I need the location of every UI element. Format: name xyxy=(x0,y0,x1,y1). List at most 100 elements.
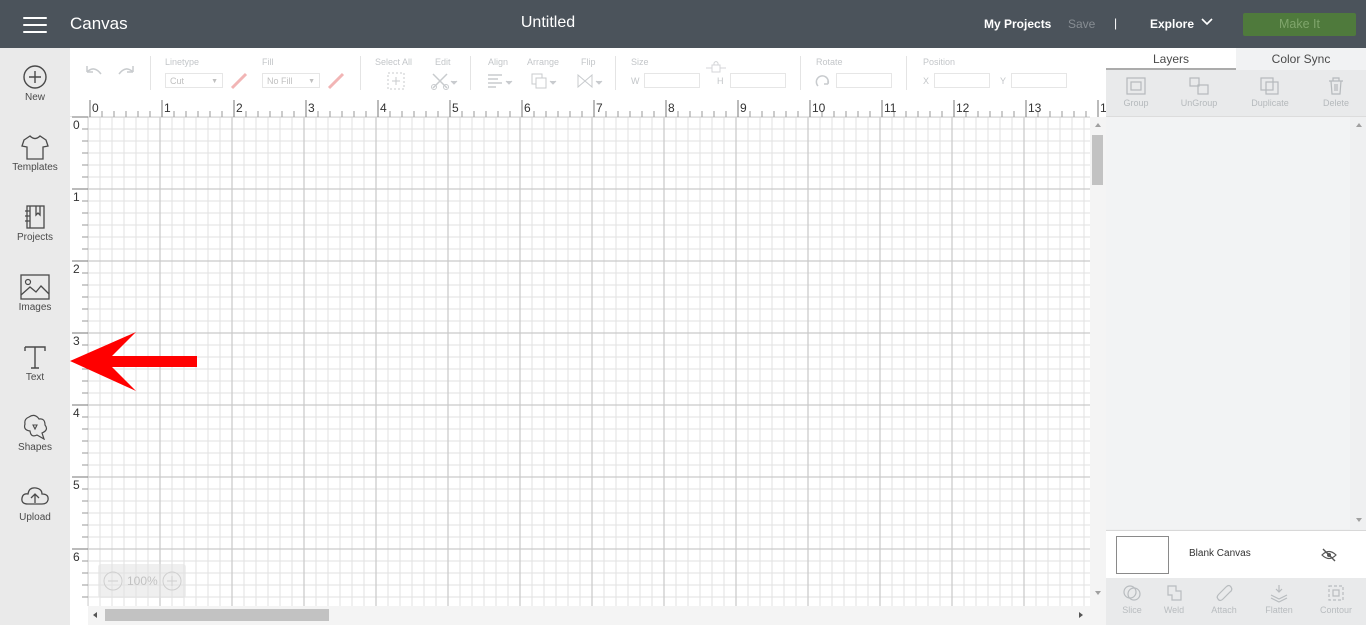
arrange-icon[interactable] xyxy=(530,72,558,90)
ruler-top-label: 5 xyxy=(452,101,459,115)
image-icon xyxy=(20,274,50,300)
select-all-icon[interactable] xyxy=(386,71,406,91)
design-canvas[interactable]: 012345678910111213140123456 xyxy=(70,98,1106,625)
rotate-label: Rotate xyxy=(816,57,843,67)
redo-icon[interactable] xyxy=(116,64,136,80)
zoom-control: 100% xyxy=(98,564,186,598)
ruler-top-label: 13 xyxy=(1028,101,1042,115)
make-it-button[interactable]: Make It xyxy=(1243,13,1356,36)
chevron-down-icon[interactable] xyxy=(1200,15,1214,29)
plus-circle-icon xyxy=(23,65,47,89)
y-label: Y xyxy=(1000,76,1007,86)
align-icon[interactable] xyxy=(486,72,514,90)
top-ruler xyxy=(70,98,1090,117)
sidebar-item-label: Images xyxy=(18,302,52,313)
size-label: Size xyxy=(631,57,649,67)
canvas-grid[interactable]: 012345678910111213140123456 xyxy=(70,98,1106,625)
sidebar-item-label: New xyxy=(24,92,45,103)
dropdown-arrow-icon: ▼ xyxy=(211,78,218,85)
ungroup-button[interactable]: UnGroup xyxy=(1169,70,1229,116)
position-y-input[interactable] xyxy=(1011,73,1067,88)
sidebar-item-text[interactable]: Text xyxy=(0,344,70,404)
blank-canvas-label: Blank Canvas xyxy=(1189,548,1251,559)
contour-icon xyxy=(1328,585,1344,601)
tab-color-sync[interactable]: Color Sync xyxy=(1236,48,1366,70)
ruler-top-label: 10 xyxy=(812,101,826,115)
layer-actions-bar: Group UnGroup Duplicate Delete xyxy=(1106,70,1366,117)
duplicate-label: Duplicate xyxy=(1251,98,1289,108)
header-divider: | xyxy=(1114,16,1118,30)
sidebar-item-projects[interactable]: Projects xyxy=(0,204,70,264)
edit-toolbar: Linetype Cut ▼ Fill No Fill ▼ Select All… xyxy=(70,48,1106,98)
red-annotation-arrow xyxy=(70,332,197,391)
flip-icon[interactable] xyxy=(576,72,604,90)
sidebar-item-label: Shapes xyxy=(18,442,52,453)
flatten-button[interactable]: Flatten xyxy=(1253,578,1305,625)
ruler-left-label: 2 xyxy=(73,262,80,276)
notebook-icon xyxy=(25,205,45,229)
blank-canvas-layer[interactable]: Blank Canvas xyxy=(1106,530,1366,579)
ruler-top-label: 1 xyxy=(164,101,171,115)
flatten-label: Flatten xyxy=(1265,605,1293,615)
sidebar-item-label: Text xyxy=(25,372,45,383)
sidebar-item-templates[interactable]: Templates xyxy=(0,134,70,194)
ruler-top-label: 7 xyxy=(596,101,603,115)
layers-scrollbar[interactable] xyxy=(1352,118,1366,530)
linetype-color-swatch-icon[interactable] xyxy=(230,72,248,90)
design-sidebar: New Templates Projects Images Text Shape… xyxy=(0,48,70,625)
group-label: Group xyxy=(1123,98,1149,108)
explore-button[interactable]: Explore xyxy=(1150,17,1194,31)
group-button[interactable]: Group xyxy=(1106,70,1166,116)
document-title[interactable]: Untitled xyxy=(521,14,575,32)
fill-color-swatch-icon[interactable] xyxy=(327,72,345,90)
width-input[interactable] xyxy=(644,73,700,88)
ruler-top-label: 8 xyxy=(668,101,675,115)
rotate-input[interactable] xyxy=(836,73,892,88)
save-button[interactable]: Save xyxy=(1068,17,1095,31)
sidebar-item-upload[interactable]: Upload xyxy=(0,484,70,544)
delete-button[interactable]: Delete xyxy=(1306,70,1366,116)
ruler-left-label: 0 xyxy=(73,118,80,132)
duplicate-icon xyxy=(1260,77,1279,95)
weld-icon xyxy=(1167,585,1182,601)
select-all-label: Select All xyxy=(375,57,413,67)
fill-select[interactable]: No Fill ▼ xyxy=(262,73,320,88)
sidebar-item-new[interactable]: New xyxy=(0,64,70,124)
flatten-icon xyxy=(1270,585,1288,603)
visibility-hidden-icon[interactable] xyxy=(1321,548,1337,562)
layers-list[interactable] xyxy=(1106,117,1350,529)
ruler-top-label: 3 xyxy=(308,101,315,115)
my-projects-link[interactable]: My Projects xyxy=(984,17,1051,31)
attach-label: Attach xyxy=(1211,605,1237,615)
slice-label: Slice xyxy=(1122,605,1142,615)
linetype-label: Linetype xyxy=(165,57,200,67)
ruler-left-label: 6 xyxy=(73,550,80,564)
ruler-top-label: 12 xyxy=(956,101,970,115)
zoom-out-icon[interactable] xyxy=(103,571,123,591)
ruler-top-label: 11 xyxy=(884,101,897,115)
group-icon xyxy=(1126,77,1146,95)
top-bar: Canvas Untitled My Projects Save | Explo… xyxy=(0,0,1366,48)
edit-label: Edit xyxy=(435,57,451,67)
ungroup-icon xyxy=(1189,77,1209,95)
zoom-in-icon[interactable] xyxy=(162,571,182,591)
position-x-input[interactable] xyxy=(934,73,990,88)
duplicate-button[interactable]: Duplicate xyxy=(1240,70,1300,116)
linetype-select[interactable]: Cut ▼ xyxy=(165,73,223,88)
flip-label: Flip xyxy=(581,57,596,67)
sidebar-item-shapes[interactable]: Shapes xyxy=(0,414,70,474)
shapes-icon xyxy=(23,414,48,440)
hamburger-menu-icon[interactable] xyxy=(23,17,47,33)
undo-icon[interactable] xyxy=(84,64,104,80)
tab-layers[interactable]: Layers xyxy=(1106,48,1236,70)
weld-button[interactable]: Weld xyxy=(1148,578,1200,625)
contour-button[interactable]: Contour xyxy=(1310,578,1362,625)
app-title: Canvas xyxy=(70,14,128,33)
edit-scissors-icon[interactable] xyxy=(430,71,458,91)
sidebar-item-images[interactable]: Images xyxy=(0,274,70,334)
ruler-top-label: 9 xyxy=(740,101,747,115)
height-input[interactable] xyxy=(730,73,786,88)
fill-label: Fill xyxy=(262,57,274,67)
lock-aspect-icon[interactable] xyxy=(706,60,726,74)
attach-button[interactable]: Attach xyxy=(1198,578,1250,625)
